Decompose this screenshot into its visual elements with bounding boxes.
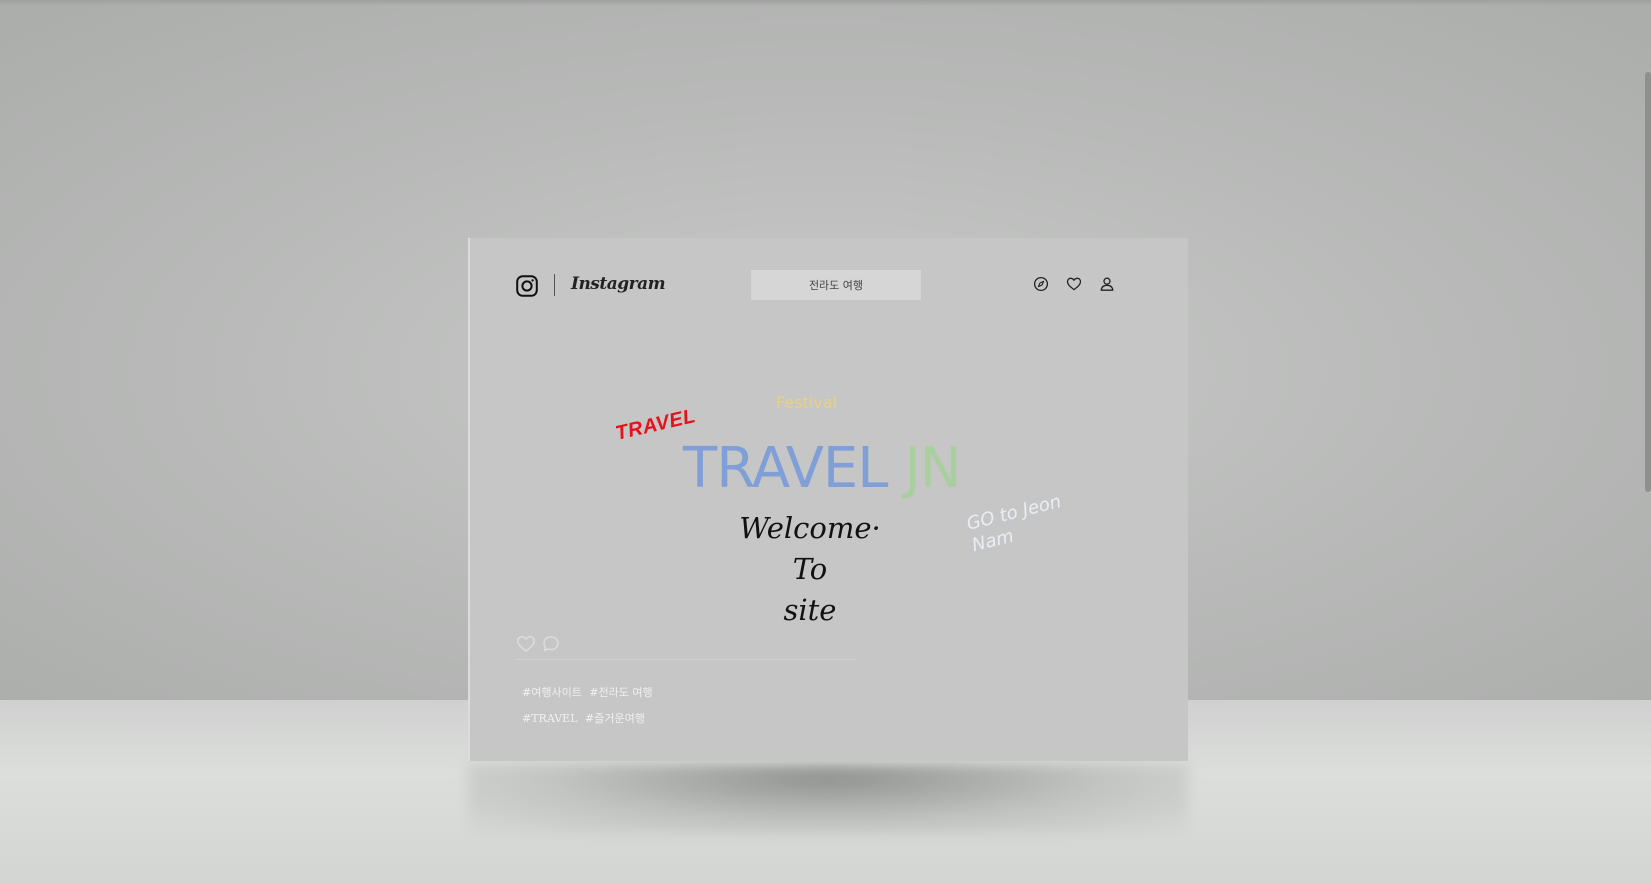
hashtag-row: #TRAVEL #즐거운여행 [522, 706, 657, 732]
post-card: Instagram Festival TRAVEL TRAVEL JN GO t… [468, 238, 1188, 761]
comment-bubble-icon[interactable] [541, 634, 561, 654]
user-icon[interactable] [1099, 276, 1115, 292]
like-heart-icon[interactable] [516, 634, 536, 654]
heart-icon[interactable] [1066, 276, 1082, 292]
hashtag-link[interactable]: #여행사이트 [522, 686, 582, 699]
welcome-message: Welcome· To site [735, 508, 885, 631]
header-divider [554, 274, 555, 296]
hero-title-jn: JN [904, 436, 961, 501]
hero-title-travel: TRAVEL [683, 436, 888, 501]
card-shadow [468, 764, 1188, 834]
instagram-logo-icon[interactable] [516, 275, 538, 297]
go-to-jeonnam-note: GO to Jeon Nam [964, 491, 1064, 557]
welcome-line: To [792, 552, 828, 586]
hashtag-link[interactable]: #TRAVEL [522, 712, 578, 725]
post-divider [516, 659, 856, 660]
welcome-line: site [783, 593, 837, 627]
instagram-wordmark[interactable]: Instagram [571, 274, 666, 294]
hashtag-link[interactable]: #즐거운여행 [585, 712, 645, 725]
scrollbar[interactable] [1645, 72, 1651, 492]
search-input[interactable] [751, 270, 921, 300]
compass-icon[interactable] [1033, 276, 1049, 292]
backdrop-top-edge [0, 0, 1651, 6]
hero-title: TRAVEL JN [683, 436, 962, 501]
hashtag-list: #여행사이트 #전라도 여행 #TRAVEL #즐거운여행 [522, 680, 657, 732]
welcome-line: Welcome· [739, 511, 881, 545]
festival-label: Festival [776, 393, 837, 412]
hashtag-row: #여행사이트 #전라도 여행 [522, 680, 657, 706]
hashtag-link[interactable]: #전라도 여행 [589, 686, 652, 699]
